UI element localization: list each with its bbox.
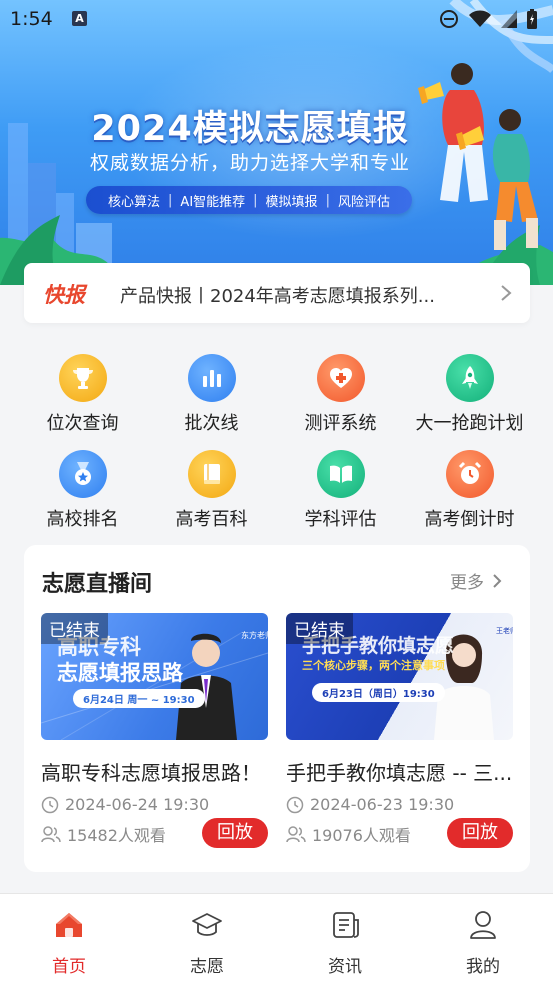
live-viewers: 15482人观看 bbox=[41, 822, 166, 846]
section-title: 志愿直播间 bbox=[42, 572, 153, 597]
feature-label: 批次线 bbox=[184, 413, 239, 434]
banner-tag: 模拟填报 bbox=[265, 194, 318, 210]
notification-app-icon: A bbox=[72, 11, 87, 26]
live-time: 2024-06-23 19:30 bbox=[286, 795, 513, 814]
bar-chart-icon bbox=[188, 354, 236, 402]
live-section: 志愿直播间 更多 东方老师 高职专科 志愿填报思路 6月24日 周一 ~ 19:… bbox=[24, 545, 530, 872]
battery-icon bbox=[527, 9, 537, 29]
tab-profile[interactable]: 我的 bbox=[414, 908, 552, 977]
status-bar: 1:54 A bbox=[0, 0, 553, 40]
feature-countdown[interactable]: 高考倒计时 bbox=[405, 450, 534, 538]
chevron-right-icon bbox=[493, 573, 502, 588]
thumbnail-date: 6月23日（周日）19:30 bbox=[312, 683, 445, 702]
feature-rank-query[interactable]: 位次查询 bbox=[18, 354, 147, 442]
trophy-icon bbox=[59, 354, 107, 402]
rocket-icon bbox=[446, 354, 494, 402]
svg-text:王老师: 王老师 bbox=[496, 626, 513, 635]
feature-university-ranking[interactable]: 高校排名 bbox=[18, 450, 147, 538]
live-thumbnail[interactable]: 东方老师 高职专科 志愿填报思路 6月24日 周一 ~ 19:30 已结束 bbox=[41, 613, 268, 740]
profile-icon bbox=[470, 911, 496, 939]
more-link[interactable]: 更多 bbox=[450, 568, 502, 593]
replay-button[interactable]: 回放 bbox=[447, 818, 513, 848]
tab-label: 资讯 bbox=[328, 957, 362, 977]
banner-tag: 风险评估 bbox=[337, 194, 390, 210]
feature-label: 高考百科 bbox=[175, 509, 248, 530]
feature-subject-evaluation[interactable]: 学科评估 bbox=[276, 450, 405, 538]
banner-title: 2024模拟志愿填报 bbox=[91, 109, 409, 149]
heart-plus-icon bbox=[317, 354, 365, 402]
live-card[interactable]: 东方老师 高职专科 志愿填报思路 6月24日 周一 ~ 19:30 已结束 高职… bbox=[41, 613, 268, 848]
thumbnail-subheadline: 志愿填报思路 bbox=[57, 661, 183, 685]
feature-freshman-plan[interactable]: 大一抢跑计划 bbox=[405, 354, 534, 442]
live-time-text: 2024-06-23 19:30 bbox=[310, 795, 455, 814]
news-icon bbox=[333, 912, 359, 938]
banner-feature-tags: 核心算法 | AI智能推荐 | 模拟填报 | 风险评估 bbox=[86, 186, 412, 214]
home-icon bbox=[56, 913, 82, 937]
book-icon bbox=[188, 450, 236, 498]
tab-label: 志愿 bbox=[190, 957, 224, 977]
banner-tag: AI智能推荐 bbox=[180, 194, 246, 210]
live-viewers-text: 15482人观看 bbox=[67, 826, 166, 845]
clock-icon bbox=[41, 796, 59, 813]
tab-label: 我的 bbox=[466, 957, 500, 977]
live-title: 手把手教你填志愿 -- 三... bbox=[286, 761, 513, 785]
do-not-disturb-icon bbox=[440, 10, 458, 28]
medal-icon bbox=[59, 450, 107, 498]
tab-volunteer[interactable]: 志愿 bbox=[138, 908, 276, 977]
feature-label: 学科评估 bbox=[304, 509, 377, 530]
status-time: 1:54 bbox=[10, 8, 53, 30]
feature-label: 位次查询 bbox=[46, 413, 119, 434]
wifi-icon bbox=[469, 10, 491, 27]
tab-label: 首页 bbox=[52, 957, 86, 977]
banner-tag: 核心算法 bbox=[108, 194, 161, 210]
feature-label: 高考倒计时 bbox=[424, 509, 515, 530]
feature-label: 大一抢跑计划 bbox=[415, 413, 524, 434]
feature-label: 测评系统 bbox=[304, 413, 377, 434]
bottom-nav: 首页 志愿 资讯 我的 bbox=[0, 893, 553, 984]
news-ticker[interactable]: 快报 产品快报丨2024年高考志愿填报系列... bbox=[24, 263, 530, 323]
more-label: 更多 bbox=[450, 573, 484, 593]
live-viewers: 19076人观看 bbox=[286, 822, 411, 846]
promo-banner[interactable]: 1:54 A 2024模拟志愿填报 权威数据分析，助力选择大学和专业 核心算法 … bbox=[0, 0, 553, 285]
alarm-clock-icon bbox=[446, 450, 494, 498]
news-headline[interactable]: 产品快报丨2024年高考志愿填报系列... bbox=[120, 282, 480, 308]
thumbnail-date: 6月24日 周一 ~ 19:30 bbox=[73, 689, 205, 708]
viewers-icon bbox=[41, 826, 61, 843]
clock-icon bbox=[286, 796, 304, 813]
feature-label: 高校排名 bbox=[46, 509, 119, 530]
feature-batch-line[interactable]: 批次线 bbox=[147, 354, 276, 442]
graduation-cap-icon bbox=[192, 913, 222, 936]
live-time-text: 2024-06-24 19:30 bbox=[65, 795, 210, 814]
live-card[interactable]: 王老师 手把手教你填志愿 三个核心步骤，两个注意事项 6月23日（周日）19:3… bbox=[286, 613, 513, 848]
svg-text:东方老师: 东方老师 bbox=[241, 630, 268, 640]
thumbnail-subheadline: 三个核心步骤，两个注意事项 bbox=[302, 659, 445, 672]
signal-icon bbox=[501, 10, 517, 28]
live-viewers-text: 19076人观看 bbox=[312, 826, 411, 845]
banner-subtitle: 权威数据分析，助力选择大学和专业 bbox=[89, 152, 410, 174]
tab-home[interactable]: 首页 bbox=[0, 908, 138, 977]
status-badge: 已结束 bbox=[41, 613, 108, 644]
replay-button[interactable]: 回放 bbox=[202, 818, 268, 848]
live-thumbnail[interactable]: 王老师 手把手教你填志愿 三个核心步骤，两个注意事项 6月23日（周日）19:3… bbox=[286, 613, 513, 740]
chevron-right-icon[interactable] bbox=[500, 284, 512, 302]
open-book-icon bbox=[317, 450, 365, 498]
feature-encyclopedia[interactable]: 高考百科 bbox=[147, 450, 276, 538]
live-title: 高职专科志愿填报思路！ bbox=[41, 761, 261, 785]
status-badge: 已结束 bbox=[286, 613, 353, 644]
news-tag: 快报 bbox=[43, 283, 85, 307]
tab-news[interactable]: 资讯 bbox=[276, 908, 414, 977]
viewers-icon bbox=[286, 826, 306, 843]
live-time: 2024-06-24 19:30 bbox=[41, 795, 268, 814]
feature-assessment[interactable]: 测评系统 bbox=[276, 354, 405, 442]
